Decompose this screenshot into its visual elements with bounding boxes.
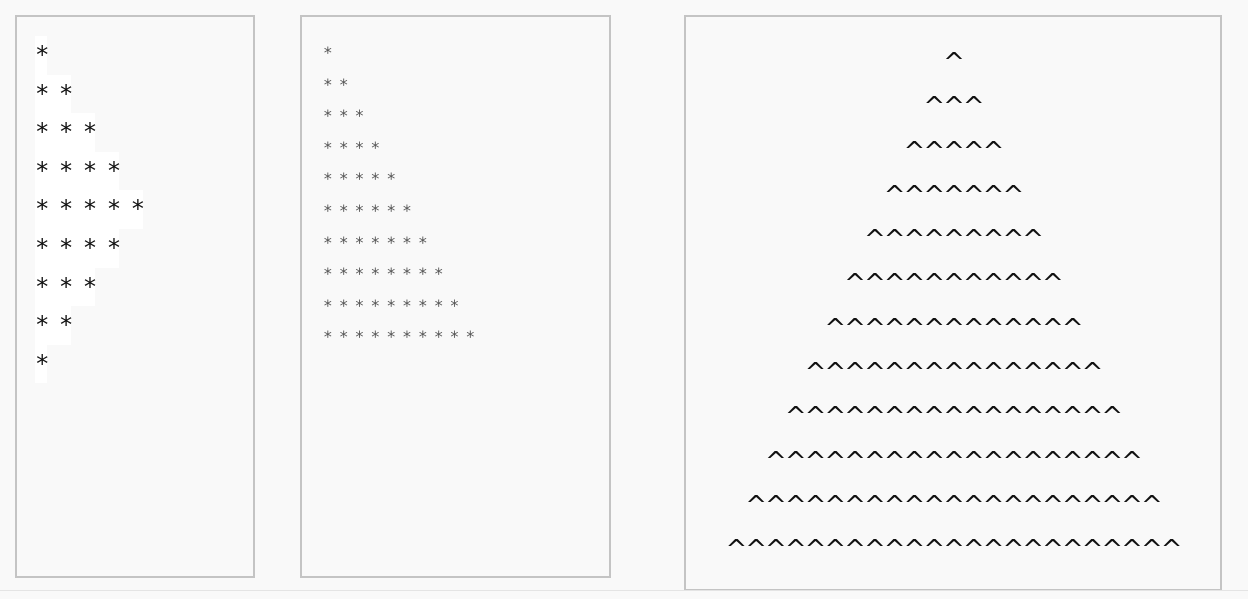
pattern-line: *** (323, 106, 371, 126)
pattern-line: ^^^^^^^^^^^^^^^^^^^ (765, 446, 1143, 477)
pattern-line: * (323, 43, 339, 62)
pattern-line: * * * * (35, 151, 143, 191)
pattern-lines: * * * * * * * * * * * * * * * * * * * * … (35, 36, 145, 384)
pattern-line: ^ (943, 48, 965, 78)
pattern-line: ^^^^^^^^^^^^^^^^^ (784, 402, 1123, 433)
pattern-line: ********* (323, 295, 466, 315)
pattern-line: **** (323, 137, 387, 157)
pattern-line: ^^^^^^^^^^^^^ (824, 313, 1083, 344)
caret-pyramid-panel: ^ ^^^ ^^^^^ ^^^^^^^ ^^^^^^^^^ ^^^^^^^^^^… (684, 15, 1222, 591)
pattern-line: ^^^^^^^ (883, 180, 1025, 211)
pattern-line: ******** (323, 264, 450, 284)
pattern-line: * * (35, 74, 143, 114)
pattern-line: ******* (323, 232, 434, 252)
pattern-line: ^^^ (923, 92, 984, 123)
pattern-line: ^^^^^^^^^^^ (844, 269, 1064, 300)
pattern-line: * * * * (35, 228, 143, 268)
pattern-line: * (35, 36, 143, 75)
pattern-line: ^^^^^ (903, 136, 1005, 167)
pattern-line: ^^^^^^^^^ (863, 225, 1044, 256)
pattern-line: ** (323, 74, 355, 94)
pattern-line: * * * (35, 267, 143, 307)
asterisk-diamond-panel: * * * * * * * * * * * * * * * * * * * * … (15, 15, 255, 578)
pattern-line: ^^^^^^^^^^^^^^^^^^^^^^^ (725, 535, 1182, 566)
pattern-line: * (35, 344, 143, 384)
pattern-line: ^^^^^^^^^^^^^^^^^^^^^ (745, 490, 1163, 521)
pattern-line: * * * (35, 113, 143, 152)
pattern-line: ***** (323, 169, 403, 189)
pattern-line: * * * * * (35, 190, 145, 229)
asterisk-triangle-panel: * ** *** **** ***** ****** ******* *****… (300, 15, 611, 578)
divider (0, 590, 1248, 591)
pattern-output-view: * * * * * * * * * * * * * * * * * * * * … (0, 0, 1248, 599)
pattern-lines: * ** *** **** ***** ****** ******* *****… (323, 37, 481, 353)
pattern-line: ****** (323, 200, 418, 220)
pattern-line: * * (35, 306, 143, 345)
pattern-line: ^^^^^^^^^^^^^^^ (804, 358, 1104, 389)
pattern-line: ********** (323, 327, 482, 347)
pattern-lines: ^ ^^^ ^^^^^ ^^^^^^^ ^^^^^^^^^ ^^^^^^^^^^… (686, 41, 1220, 573)
